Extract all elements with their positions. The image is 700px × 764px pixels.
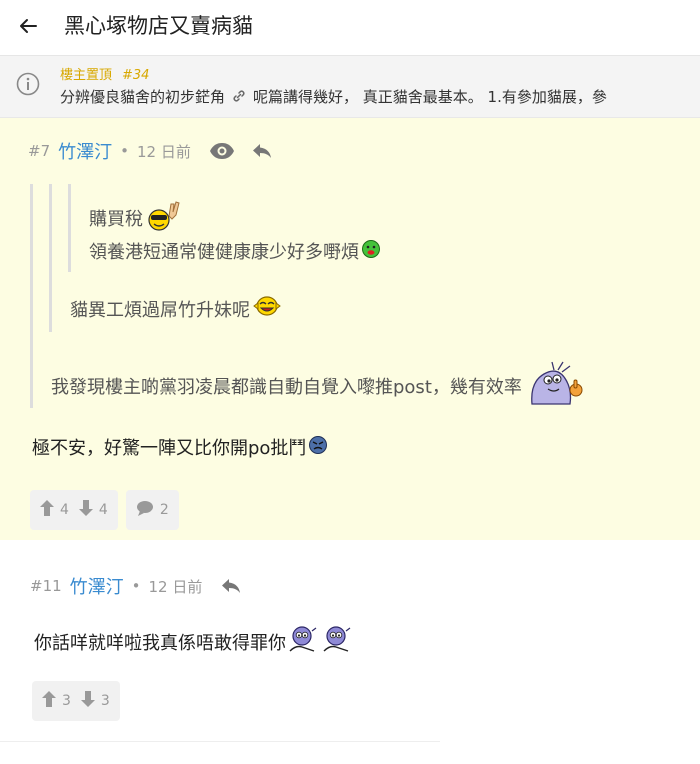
quote-inner-line-1: 購買稅 <box>89 198 181 237</box>
post-7: #7 竹澤汀 • 12 日前 購買稅 領養港短通常健健康康少好多嘢煩 貓異工煩過… <box>0 118 700 540</box>
downvote-count: 3 <box>100 693 110 709</box>
post-author[interactable]: 竹澤汀 <box>70 573 124 599</box>
pinned-tag: 樓主置頂 #34 <box>60 64 149 83</box>
bowing-creature-emoji-icon <box>288 625 318 658</box>
post-floor: #11 <box>30 577 62 595</box>
post-body-text: 極不安，好驚一陣又比你開po批鬥 <box>32 438 307 459</box>
reply-icon[interactable] <box>220 577 242 595</box>
post-body: 極不安，好驚一陣又比你開po批鬥 <box>32 434 328 460</box>
vote-box: 4 4 <box>30 490 118 530</box>
upvote-count: 4 <box>60 502 69 518</box>
upvote-count: 3 <box>62 693 71 709</box>
meta-separator: • <box>131 577 141 595</box>
post-actions: 4 4 2 <box>30 490 179 530</box>
laughing-emoji-icon <box>252 294 282 323</box>
post-time: 12 日前 <box>148 577 203 596</box>
thumbs-up-creature-emoji-icon <box>524 360 586 411</box>
info-icon <box>16 72 40 96</box>
thumb-down-icon <box>78 500 93 520</box>
angry-face-emoji-icon <box>308 435 328 460</box>
post-body-text: 你話咩就咩啦我真係唔敢得罪你 <box>34 632 286 654</box>
post-floor: #7 <box>28 142 51 160</box>
quote-inner-text-1: 購買稅 <box>89 208 143 230</box>
bowing-creature-emoji-icon <box>322 625 352 658</box>
vote-box: 3 3 <box>32 681 120 721</box>
divider <box>0 741 440 742</box>
thumb-down-icon <box>80 691 95 711</box>
pinned-text-before: 分辨優良貓舍的初步鋩角 <box>60 88 226 106</box>
upvote-button[interactable]: 3 <box>42 691 71 711</box>
top-bar: 黑心塚物店又賣病貓 <box>0 0 700 56</box>
meta-separator: • <box>120 142 129 160</box>
post-time: 12 日前 <box>136 142 191 161</box>
eye-icon[interactable] <box>209 142 235 160</box>
back-arrow-icon[interactable] <box>14 12 42 40</box>
post-meta: #11 竹澤汀 • 12 日前 <box>30 573 242 599</box>
post-author[interactable]: 竹澤汀 <box>58 138 112 164</box>
pinned-text-after: 呢篇講得幾好， 真正貓舍最基本。 1.有參加貓展，參 <box>253 88 607 106</box>
upvote-button[interactable]: 4 <box>40 500 69 520</box>
page-title: 黑心塚物店又賣病貓 <box>64 14 253 38</box>
quote-inner-text-2: 領養港短通常健健康康少好多嘢煩 <box>89 242 359 263</box>
downvote-button[interactable]: 4 <box>78 500 108 520</box>
post-11: #11 竹澤汀 • 12 日前 你話咩就咩啦我真係唔敢得罪你 3 3 <box>0 541 700 764</box>
pinned-floor: #34 <box>122 68 150 83</box>
downvote-count: 4 <box>98 502 108 518</box>
quote-middle-text: 貓異工煩過屌竹升妹呢 <box>70 299 250 321</box>
quote-inner-line-2: 領養港短通常健健康康少好多嘢煩 <box>89 238 381 264</box>
thumb-up-icon <box>42 691 56 711</box>
quote-middle: 購買稅 領養港短通常健健康康少好多嘢煩 貓異工煩過屌竹升妹呢 <box>49 184 692 332</box>
sick-face-emoji-icon <box>361 239 381 264</box>
thumb-up-icon <box>40 500 54 520</box>
quote-outer: 購買稅 領養港短通常健健康康少好多嘢煩 貓異工煩過屌竹升妹呢 我發現樓主啲黨羽凌… <box>30 184 700 408</box>
quote-outer-line: 我發現樓主啲黨羽凌晨都識自動自覺入嚟推post，幾有效率 <box>51 360 586 411</box>
reply-icon[interactable] <box>251 142 273 160</box>
pinned-banner[interactable]: 樓主置頂 #34 分辨優良貓舍的初步鋩角 呢篇講得幾好， 真正貓舍最基本。 1.有參… <box>0 56 700 118</box>
post-body: 你話咩就咩啦我真係唔敢得罪你 <box>34 625 352 658</box>
post-actions: 3 3 <box>32 681 120 721</box>
downvote-button[interactable]: 3 <box>80 691 110 711</box>
pinned-text: 分辨優良貓舍的初步鋩角 呢篇講得幾好， 真正貓舍最基本。 1.有參加貓展，參 <box>60 86 607 108</box>
cool-rock-emoji-icon <box>145 198 181 237</box>
link-icon[interactable] <box>231 88 249 108</box>
quote-inner: 購買稅 領養港短通常健健康康少好多嘢煩 <box>68 184 671 272</box>
pinned-label: 樓主置頂 <box>60 68 113 83</box>
comments-item: 2 <box>136 500 169 520</box>
post-meta: #7 竹澤汀 • 12 日前 <box>28 138 273 164</box>
comment-icon <box>136 500 154 520</box>
quote-outer-text: 我發現樓主啲黨羽凌晨都識自動自覺入嚟推post，幾有效率 <box>51 376 522 398</box>
quote-middle-line: 貓異工煩過屌竹升妹呢 <box>70 294 282 323</box>
comment-count: 2 <box>159 502 169 518</box>
comments-button[interactable]: 2 <box>125 490 179 530</box>
